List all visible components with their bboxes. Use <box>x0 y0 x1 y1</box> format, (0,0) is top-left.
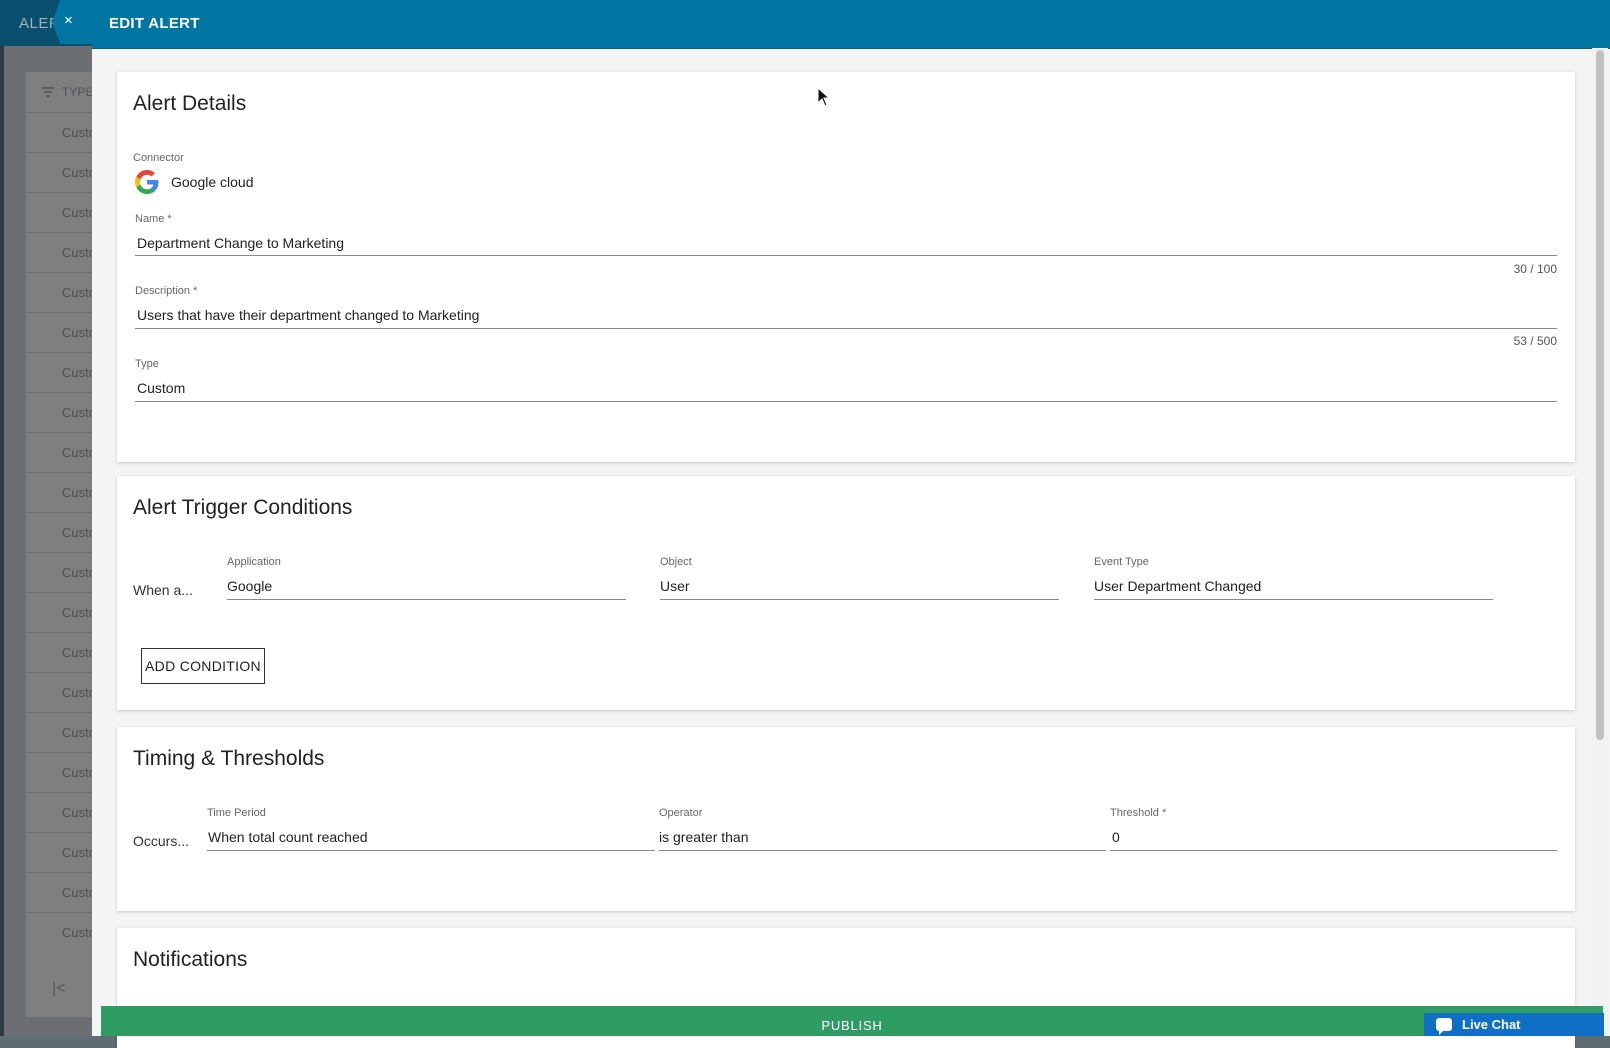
timing-title: Timing & Thresholds <box>133 747 325 770</box>
timing-row-label: Occurs... <box>133 833 190 849</box>
threshold-label: Threshold * <box>1110 807 1167 819</box>
connector-label: Connector <box>133 152 184 164</box>
live-chat-button[interactable]: Live Chat <box>1424 1013 1604 1036</box>
operator-label: Operator <box>659 807 703 819</box>
trigger-title: Alert Trigger Conditions <box>133 496 353 519</box>
object-underline <box>660 599 1059 600</box>
name-underline <box>135 255 1557 256</box>
name-counter: 30 / 100 <box>1513 262 1557 276</box>
chat-bubble-icon <box>1436 1018 1452 1035</box>
mouse-cursor-icon <box>817 87 831 107</box>
trigger-conditions-card: Alert Trigger Conditions When a... Appli… <box>117 476 1575 710</box>
type-field[interactable]: Custom <box>137 380 185 396</box>
description-field[interactable]: Users that have their department changed… <box>137 307 479 323</box>
object-label: Object <box>660 556 692 568</box>
application-select[interactable]: Google <box>227 578 272 594</box>
trigger-row-label: When a... <box>133 582 193 598</box>
background-header-label: TYPE <box>62 85 94 99</box>
event-type-label: Event Type <box>1094 556 1149 568</box>
publish-button[interactable]: PUBLISH <box>101 1006 1603 1036</box>
object-select[interactable]: User <box>660 578 690 594</box>
type-label: Type <box>135 358 159 370</box>
application-underline <box>227 599 626 600</box>
close-tab[interactable] <box>52 0 94 44</box>
operator-underline <box>659 850 1106 851</box>
alert-details-title: Alert Details <box>133 92 247 115</box>
scrollbar-thumb[interactable] <box>1596 50 1604 740</box>
close-icon[interactable]: × <box>64 12 73 29</box>
panel-scrollbar[interactable] <box>1592 48 1608 1036</box>
time-period-underline <box>207 850 655 851</box>
panel-header: EDIT ALERT <box>92 0 1610 49</box>
description-label: Description * <box>135 285 198 297</box>
connector-value: Google cloud <box>171 174 254 190</box>
application-label: Application <box>227 556 281 568</box>
operator-select[interactable]: is greater than <box>659 829 749 845</box>
time-period-label: Time Period <box>207 807 266 819</box>
google-icon <box>135 170 159 194</box>
description-counter: 53 / 500 <box>1513 334 1557 348</box>
threshold-field[interactable]: 0 <box>1112 829 1120 845</box>
event-type-underline <box>1094 599 1493 600</box>
live-chat-label: Live Chat <box>1462 1017 1521 1032</box>
alert-details-card: Alert Details Connector Google cloud Nam… <box>117 72 1575 462</box>
notifications-title: Notifications <box>133 948 248 971</box>
edit-alert-panel: EDIT ALERT Alert Details Connector Googl… <box>92 0 1610 1048</box>
filter-icon <box>42 87 54 97</box>
event-type-select[interactable]: User Department Changed <box>1094 578 1261 594</box>
description-underline <box>135 328 1557 329</box>
threshold-underline <box>1110 850 1557 851</box>
name-label: Name * <box>135 213 172 225</box>
name-field[interactable]: Department Change to Marketing <box>137 235 344 251</box>
timing-thresholds-card: Timing & Thresholds Occurs... Time Perio… <box>117 727 1575 911</box>
type-underline <box>135 401 1557 402</box>
panel-title: EDIT ALERT <box>109 15 200 32</box>
first-page-icon: |< <box>52 980 66 997</box>
add-condition-button[interactable]: ADD CONDITION <box>141 648 265 684</box>
background-left-strip <box>0 46 4 1036</box>
time-period-select[interactable]: When total count reached <box>208 829 368 845</box>
